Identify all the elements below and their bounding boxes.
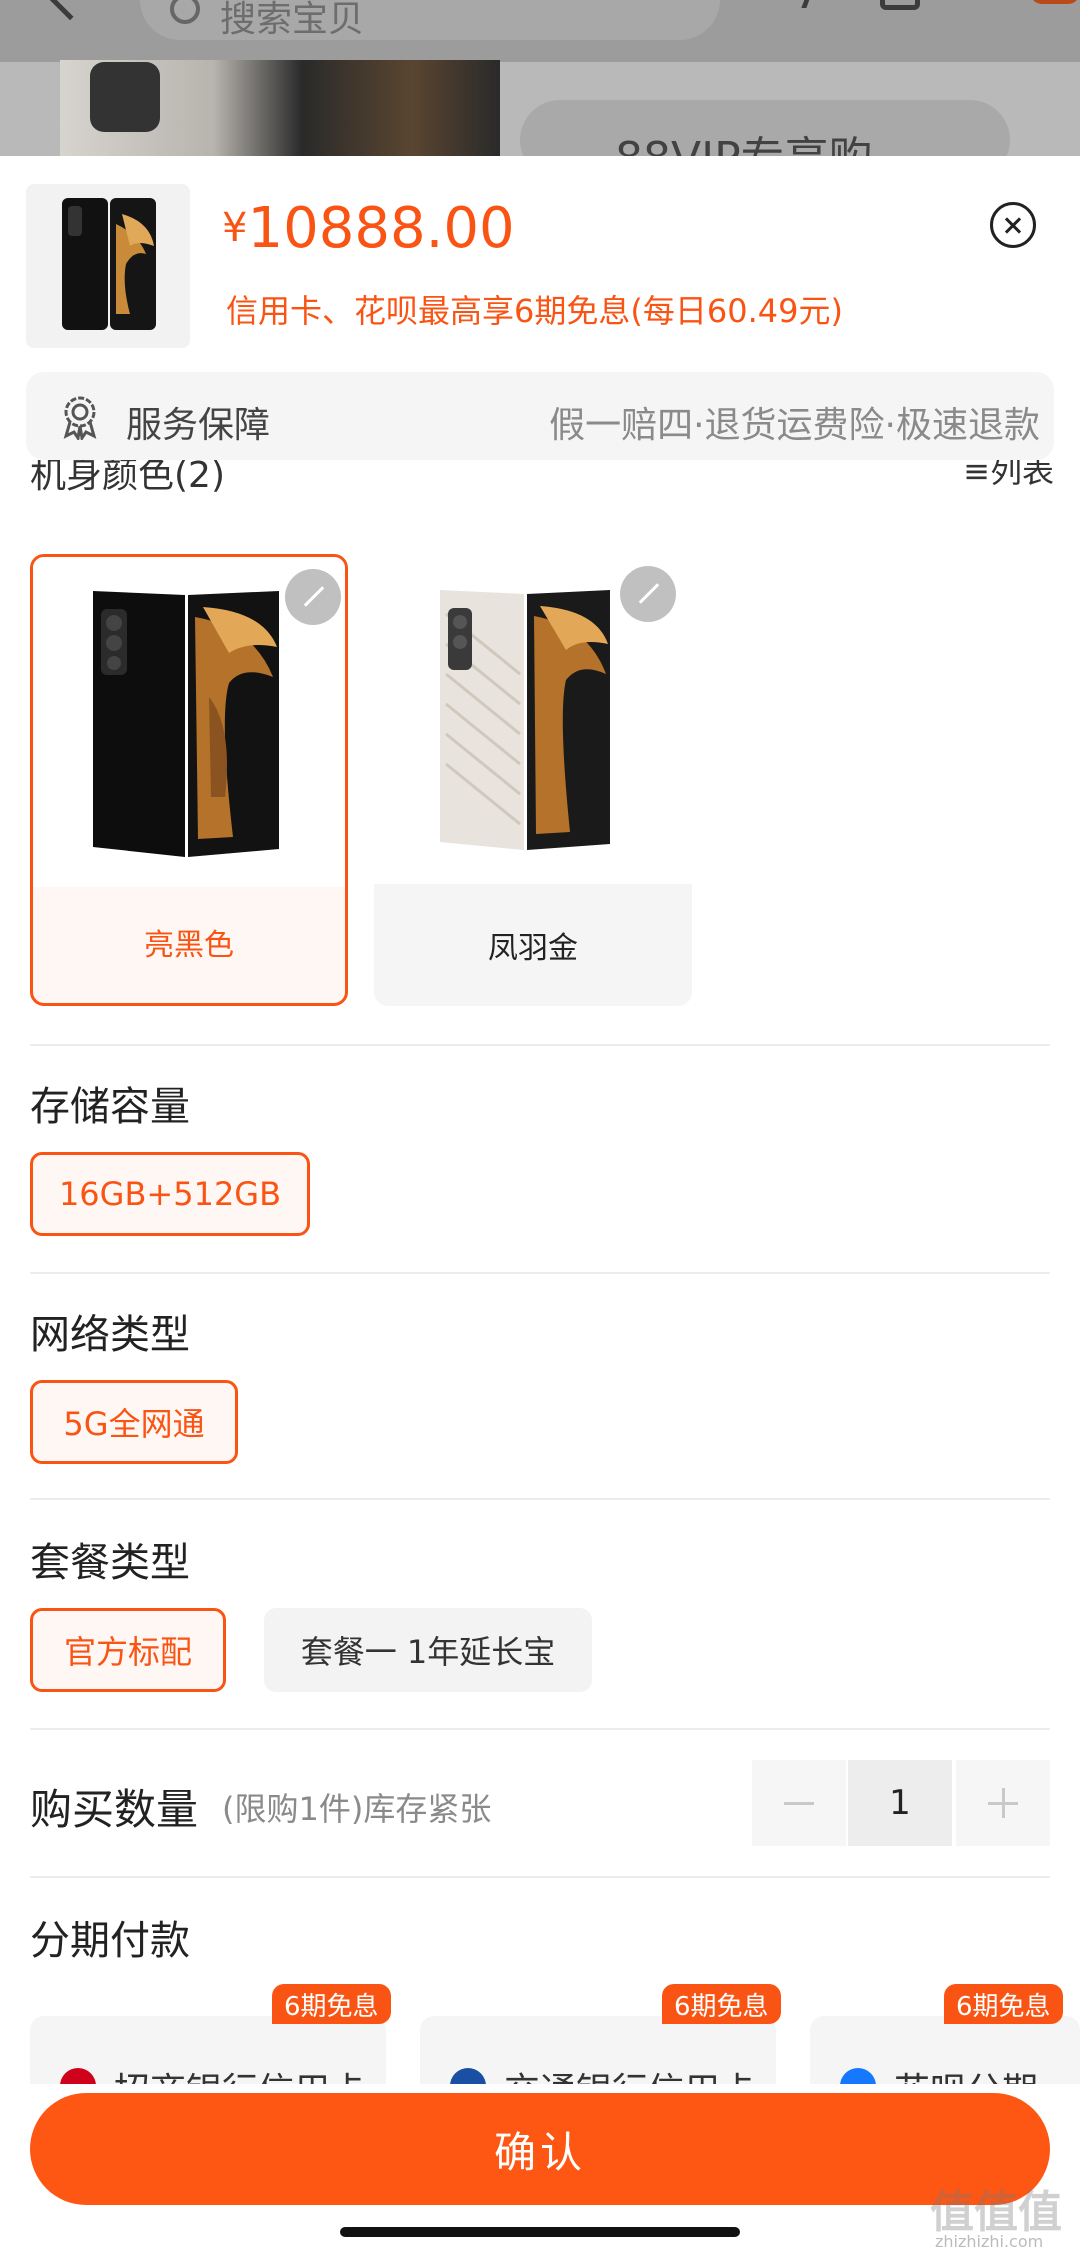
color-section-title: 机身颜色(2) xyxy=(30,460,225,496)
package-option-extended-warranty[interactable]: 套餐一 1年延长宝 xyxy=(264,1608,592,1692)
background-product-page: 搜索宝贝 88VIP专享购 xyxy=(0,0,1080,160)
color-section-header: 机身颜色(2) ≡列表 xyxy=(0,460,1080,506)
installment-section-title: 分期付款 xyxy=(30,1918,190,1964)
share-icon xyxy=(766,0,814,8)
divider xyxy=(30,1272,1050,1274)
quantity-stepper: 1 xyxy=(752,1760,1050,1846)
color-option-gold[interactable]: 凤羽金 xyxy=(374,554,692,1006)
storage-section-title: 存储容量 xyxy=(30,1084,190,1130)
color-option-label: 亮黑色 xyxy=(144,928,234,963)
divider xyxy=(30,1876,1050,1878)
watermark-logo: 值值值 xyxy=(930,2187,1062,2238)
huabei-logo-icon xyxy=(840,2068,876,2084)
search-icon xyxy=(170,0,200,24)
background-camera-module xyxy=(90,62,160,132)
sku-selection-sheet: ¥10888.00 信用卡、花呗最高享6期免息(每日60.49元) 服务保障 假… xyxy=(0,156,1080,2260)
cart-icon xyxy=(880,0,920,10)
expand-icon[interactable] xyxy=(285,569,341,625)
award-badge-icon xyxy=(63,396,97,440)
interest-free-tag: 6期免息 xyxy=(944,1984,1063,2024)
service-guarantee-row[interactable]: 服务保障 假一赔四·退货运费险·极速退款 xyxy=(26,372,1054,460)
background-search-bar: 搜索宝贝 xyxy=(140,0,720,40)
package-option-standard[interactable]: 官方标配 xyxy=(30,1608,226,1692)
price: ¥10888.00 xyxy=(222,196,515,261)
bocom-logo-icon xyxy=(450,2068,486,2084)
background-vip-text: 88VIP专享购 xyxy=(615,133,873,160)
interest-free-tag: 6期免息 xyxy=(662,1984,781,2024)
network-section-title: 网络类型 xyxy=(30,1312,190,1358)
expand-icon[interactable] xyxy=(620,566,676,622)
installment-option-name: 招商银行信用卡 xyxy=(114,2062,366,2084)
close-icon[interactable] xyxy=(990,202,1036,248)
color-option-label: 凤羽金 xyxy=(488,931,578,966)
list-view-toggle[interactable]: ≡列表 xyxy=(963,460,1054,492)
folding-phone-thumbnail-icon xyxy=(62,198,156,330)
quantity-value[interactable]: 1 xyxy=(848,1760,952,1846)
minus-icon[interactable] xyxy=(752,1760,846,1846)
price-amount: 10888.00 xyxy=(247,196,515,261)
installment-option-cmb[interactable]: 招商银行信用卡 xyxy=(30,2016,386,2084)
background-search-placeholder: 搜索宝贝 xyxy=(220,0,365,40)
storage-option-16gb-512gb[interactable]: 16GB+512GB xyxy=(30,1152,310,1236)
interest-free-tag: 6期免息 xyxy=(272,1984,391,2024)
divider xyxy=(30,1044,1050,1046)
installment-option-name: 交通银行信用卡 xyxy=(504,2062,756,2084)
installment-option-bocom[interactable]: 交通银行信用卡 xyxy=(420,2016,776,2084)
quantity-title: 购买数量 xyxy=(30,1785,199,1834)
color-option-black[interactable]: 亮黑色 xyxy=(30,554,348,1006)
divider xyxy=(30,1498,1050,1500)
divider xyxy=(30,1728,1050,1730)
installment-promo: 信用卡、花呗最高享6期免息(每日60.49元) xyxy=(226,292,843,330)
confirm-button[interactable]: 确认 xyxy=(30,2093,1050,2205)
quantity-note: (限购1件)库存紧张 xyxy=(222,1790,492,1828)
package-section-title: 套餐类型 xyxy=(30,1540,190,1586)
cmb-logo-icon xyxy=(60,2068,96,2084)
plus-icon[interactable] xyxy=(956,1760,1050,1846)
home-indicator[interactable] xyxy=(340,2227,740,2237)
product-thumbnail[interactable] xyxy=(26,184,190,348)
network-option-5g[interactable]: 5G全网通 xyxy=(30,1380,238,1464)
installment-option-name: 花呗分期 xyxy=(894,2062,1038,2084)
service-detail: 假一赔四·退货运费险·极速退款 xyxy=(549,405,1040,446)
currency-symbol: ¥ xyxy=(222,205,248,251)
watermark-url: zhizhizhi.com xyxy=(935,2232,1044,2251)
service-title: 服务保障 xyxy=(126,405,271,446)
installment-option-huabei[interactable]: 花呗分期 xyxy=(810,2016,1080,2084)
installment-options-row: 招商银行信用卡 交通银行信用卡 花呗分期 xyxy=(0,1994,1080,2084)
